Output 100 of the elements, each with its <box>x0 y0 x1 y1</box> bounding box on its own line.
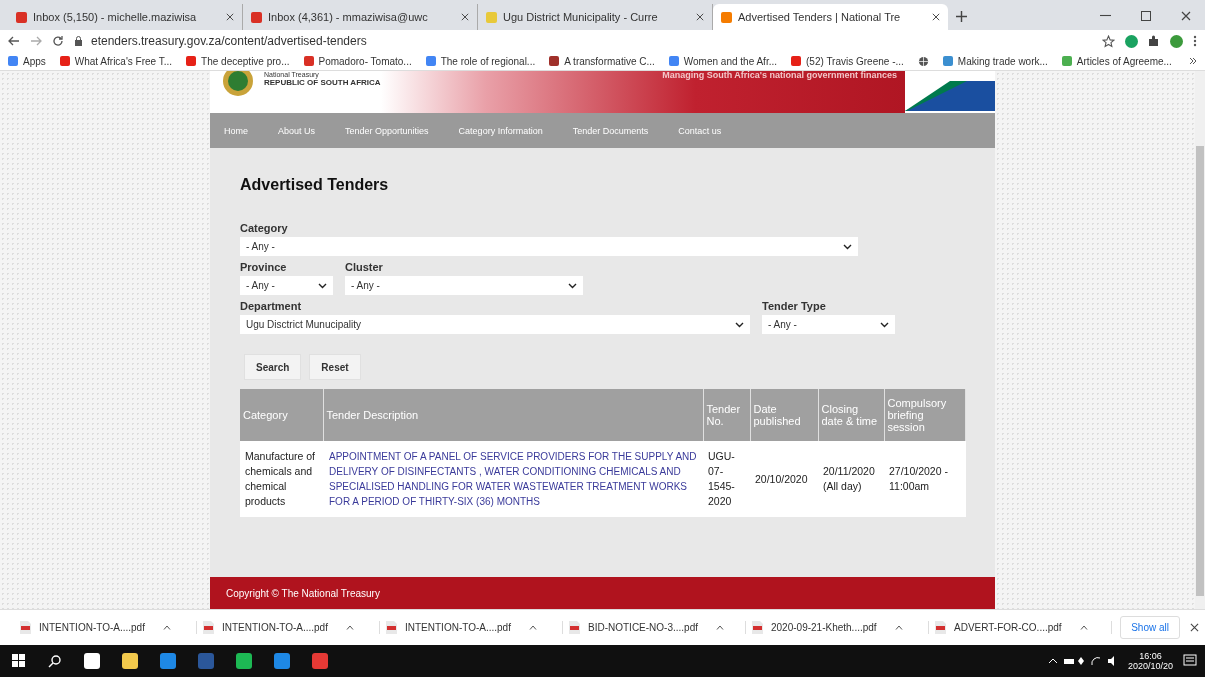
close-icon[interactable] <box>226 13 234 21</box>
pdf-file-icon <box>569 621 580 634</box>
field-label: Tender Type <box>762 300 827 312</box>
bookmark[interactable]: The role of regional... <box>425 55 536 67</box>
site-icon <box>8 56 18 66</box>
bookmark[interactable]: Pomadoro- Tomato... <box>303 55 412 67</box>
cluster-select[interactable]: - Any - <box>345 276 583 295</box>
clock-date: 2020/10/20 <box>1127 661 1173 671</box>
column-header: Tender No. <box>703 389 750 441</box>
site-icon <box>549 56 560 66</box>
download-item[interactable]: BID-NOTICE-NO-3....pdf <box>563 621 746 634</box>
bookmark[interactable]: Articles of Agreeme... <box>1061 55 1172 67</box>
reload-icon[interactable] <box>52 35 64 47</box>
pdf-file-icon <box>20 621 31 634</box>
maximize-icon[interactable] <box>1141 10 1151 21</box>
close-icon[interactable] <box>1190 623 1199 632</box>
table-cell: Manufacture of chemicals and chemical products <box>240 441 323 517</box>
close-icon[interactable] <box>1181 10 1191 21</box>
favicon-icon <box>251 11 262 23</box>
profile-avatar[interactable] <box>1170 34 1183 48</box>
download-item[interactable]: INTENTION-TO-A....pdf <box>380 621 563 634</box>
address-field[interactable]: etenders.treasury.gov.za/content/advertised-tenders <box>74 34 1092 48</box>
chevron-down-icon <box>568 282 577 289</box>
favicon-icon <box>16 11 27 23</box>
scrollbar-thumb[interactable] <box>1196 146 1204 596</box>
notification-icon[interactable] <box>1183 654 1197 668</box>
province-select[interactable]: - Any - <box>240 276 333 295</box>
category-select[interactable]: - Any - <box>240 237 858 256</box>
bookmark[interactable]: Apps <box>8 55 46 67</box>
reset-button[interactable]: Reset <box>309 354 361 380</box>
column-header: Date published <box>750 389 818 441</box>
close-icon[interactable] <box>461 13 469 21</box>
browser-tab[interactable]: Inbox (5,150) - michelle.maziwisa <box>8 4 243 30</box>
show-all-button[interactable]: Show all <box>1120 616 1180 639</box>
caret-icon[interactable] <box>894 625 903 630</box>
new-tab-icon[interactable] <box>956 11 967 22</box>
chevron-down-icon <box>735 321 744 328</box>
copyright-text: Copyright © The National Treasury <box>226 587 380 599</box>
pdf-file-icon <box>203 621 214 634</box>
download-item[interactable]: ADVERT-FOR-CO....pdf <box>929 621 1112 634</box>
column-header: Compulsory briefing session <box>884 389 965 441</box>
chevron-down-icon <box>318 282 327 289</box>
table-cell: UGU-07-1545-2020 <box>703 441 750 517</box>
bookmark[interactable]: A transformative C... <box>549 55 655 67</box>
star-icon[interactable] <box>1102 34 1115 48</box>
field-label: Category <box>240 222 289 234</box>
organisation-title: REPUBLIC OF SOUTH AFRICA <box>264 78 381 87</box>
clock-time: 16:06 <box>1139 651 1162 661</box>
column-header: Closing date & time <box>818 389 884 441</box>
bookmark[interactable]: Making trade work... <box>942 55 1048 67</box>
chevron-icon[interactable] <box>1189 57 1197 65</box>
caret-icon[interactable] <box>1079 625 1088 630</box>
site-icon <box>59 56 70 66</box>
table-cell: 20/11/2020 (All day) <box>818 441 884 517</box>
close-icon[interactable] <box>696 13 704 21</box>
page-title: Advertised Tenders <box>240 176 390 194</box>
windows-logo-icon[interactable] <box>12 654 26 668</box>
caret-icon[interactable] <box>528 625 537 630</box>
bookmark[interactable]: The deceptive pro... <box>186 55 290 67</box>
close-icon[interactable] <box>932 13 940 21</box>
browser-tab[interactable]: Advertised Tenders | National Tre <box>713 4 948 30</box>
tender-link[interactable]: APPOINTMENT OF A PANEL OF SERVICE PROVIDERS FOR THE SUPPLY AND DELIVERY OF DISINFECTANTS , WATER CONDITIONING CHEMICALS AND SPECIALISED HANDLING FOR WATER WASTEWATER TREATMENT WORKS FOR A PERIOD OF THIRTY-SIX (36) MONTHS <box>329 449 697 509</box>
pdf-file-icon <box>386 621 397 634</box>
table-cell: 20/10/2020 <box>750 441 818 517</box>
download-item[interactable]: INTENTION-TO-A....pdf <box>14 621 197 634</box>
field-label: Cluster <box>345 261 384 273</box>
download-item[interactable]: INTENTION-TO-A....pdf <box>197 621 380 634</box>
caret-icon[interactable] <box>162 625 171 630</box>
chevron-down-icon <box>843 243 852 250</box>
menu-icon[interactable] <box>1193 35 1197 47</box>
tagline: Managing South Africa's national government finances <box>662 71 898 82</box>
site-icon <box>425 56 436 66</box>
bookmark[interactable]: Women and the Afr... <box>668 55 777 67</box>
table-cell: 27/10/2020 - 11:00am <box>884 441 965 517</box>
back-icon[interactable] <box>8 35 20 47</box>
favicon-icon <box>721 11 732 23</box>
column-header: Category <box>240 389 323 441</box>
site-icon <box>1061 56 1072 66</box>
bookmark[interactable]: (52) Travis Greene -... <box>791 55 904 67</box>
field-label: Province <box>240 261 288 273</box>
browser-tab[interactable]: Inbox (4,361) - mmaziwisa@uwc <box>243 4 478 30</box>
extension-icon[interactable] <box>1125 34 1138 48</box>
globe-icon[interactable] <box>917 55 929 67</box>
search-icon[interactable] <box>48 654 62 668</box>
tender-type-select[interactable]: - Any - <box>762 315 895 334</box>
caret-icon[interactable] <box>716 625 724 630</box>
department-select[interactable]: Ugu Disctrict Munucipality <box>240 315 750 334</box>
site-icon <box>303 56 314 66</box>
site-icon <box>942 56 953 66</box>
bookmark[interactable]: What Africa's Free T... <box>59 55 173 67</box>
pdf-file-icon <box>935 621 946 634</box>
site-icon <box>186 56 197 66</box>
search-button[interactable]: Search <box>244 354 302 380</box>
favicon-icon <box>486 11 497 23</box>
site-icon <box>791 56 801 66</box>
caret-icon[interactable] <box>345 625 354 630</box>
download-item[interactable]: 2020-09-21-Kheth....pdf <box>746 621 929 634</box>
field-label: Department <box>240 300 303 312</box>
lock-icon <box>74 36 83 46</box>
column-header: Tender Description <box>323 389 703 441</box>
